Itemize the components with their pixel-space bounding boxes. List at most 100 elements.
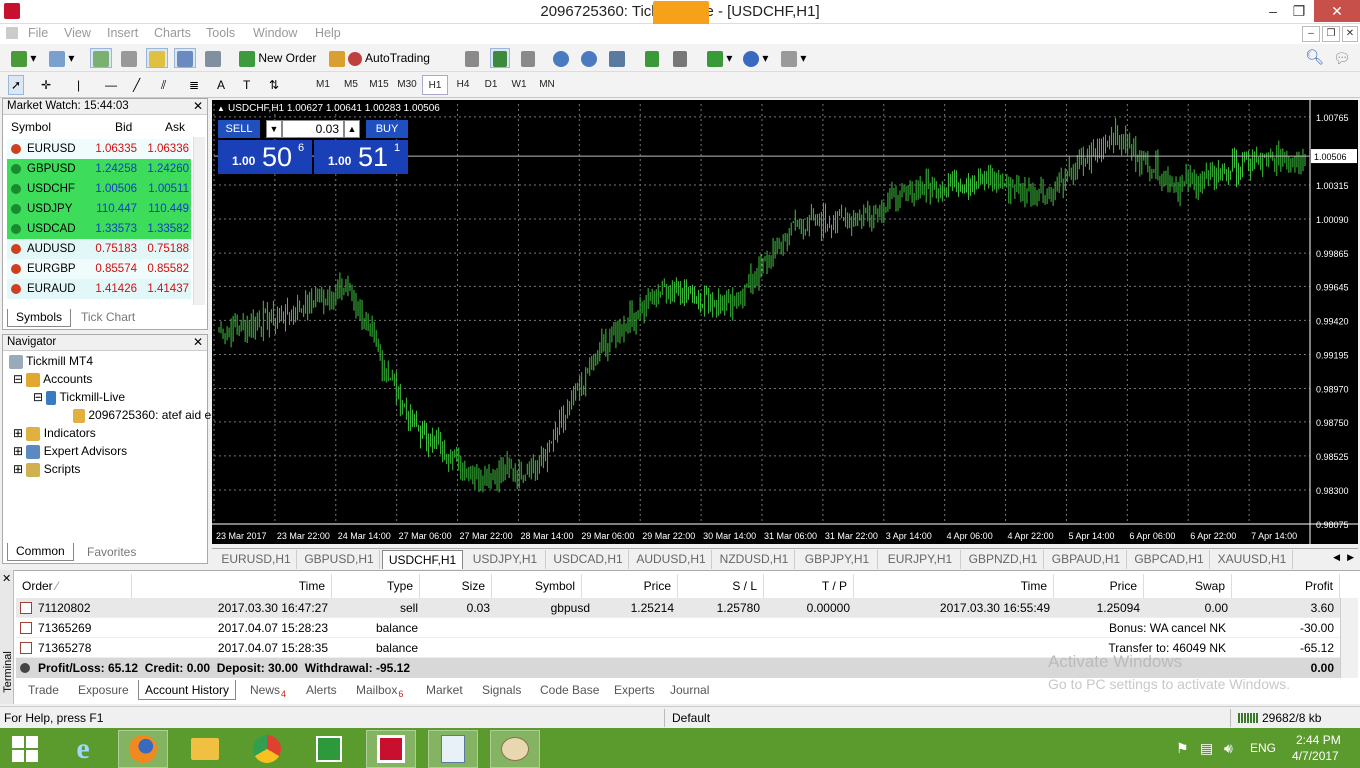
mdi-close-icon[interactable]: ✕ [1342, 26, 1358, 42]
terminal-header[interactable]: Price [1054, 574, 1144, 598]
terminal-tab[interactable]: Mailbox6 [356, 680, 403, 700]
market-watch-row[interactable]: EURGBP 0.85574 0.85582 [7, 259, 191, 279]
profiles-button[interactable]: ▾ [46, 48, 77, 68]
bar-chart-icon[interactable] [462, 48, 482, 68]
terminal-tab[interactable]: Account History [138, 680, 237, 700]
mdi-minimize-icon[interactable]: – [1302, 26, 1320, 42]
zoom-out-icon[interactable] [578, 48, 600, 68]
menu-window[interactable]: Window [253, 26, 297, 40]
store-icon[interactable] [304, 730, 354, 768]
terminal-scrollbar[interactable] [1340, 598, 1358, 678]
tab-symbols[interactable]: Symbols [7, 309, 72, 327]
chart-tab[interactable]: GBPNZD,H1 [963, 550, 1044, 569]
nav-expert-advisors[interactable]: ⊞ Expert Advisors [13, 442, 127, 460]
periods-button[interactable]: ▾ [740, 48, 771, 68]
strategy-tester-icon[interactable] [202, 48, 224, 68]
nav-scripts[interactable]: ⊞ Scripts [13, 460, 80, 478]
menu-charts[interactable]: Charts [154, 26, 191, 40]
terminal-tab[interactable]: Experts [614, 680, 655, 700]
chart-tab[interactable]: EURUSD,H1 [216, 550, 297, 569]
chart-tab[interactable]: USDCAD,H1 [548, 550, 629, 569]
firefox-icon[interactable] [118, 730, 168, 768]
chart-tab[interactable]: XAUUSD,H1 [1212, 550, 1293, 569]
terminal-tab[interactable]: Journal [670, 680, 709, 700]
equidistant-channel-icon[interactable]: ⫽ [158, 75, 169, 95]
horizontal-line-icon[interactable]: — [102, 75, 120, 95]
volume-icon[interactable]: 🔊︎ [1224, 740, 1233, 757]
cursor-icon[interactable]: ➚ [8, 75, 25, 95]
buy-button[interactable]: BUY [366, 120, 408, 138]
history-row[interactable]: 71120802 2017.03.30 16:47:27 sell 0.03 gbpus… [16, 598, 1340, 618]
zoom-in-icon[interactable] [550, 48, 572, 68]
terminal-tab[interactable]: Code Base [540, 680, 599, 700]
chrome-icon[interactable] [242, 730, 292, 768]
menu-tools[interactable]: Tools [206, 26, 235, 40]
market-watch-close-icon[interactable]: ✕ [193, 99, 203, 113]
mdi-restore-icon[interactable]: ❐ [1322, 26, 1340, 42]
market-watch-row[interactable]: USDJPY 110.447 110.449 [7, 199, 191, 219]
timeframe-h1[interactable]: H1 [422, 75, 448, 95]
data-window-icon[interactable] [118, 48, 140, 68]
terminal-toggle-icon[interactable] [174, 48, 196, 68]
chart-tabs-scroll-left-icon[interactable]: ◀ [1333, 552, 1340, 563]
nav-server[interactable]: ⊟ Tickmill-Live [33, 388, 125, 406]
menu-file[interactable]: File [28, 26, 48, 40]
chart-shift-icon[interactable] [670, 48, 690, 68]
chart-tab[interactable]: EURJPY,H1 [880, 550, 961, 569]
terminal-tab[interactable]: Exposure [78, 680, 129, 700]
terminal-header[interactable]: Time [854, 574, 1054, 598]
close-icon[interactable]: ✕ [1314, 0, 1360, 22]
terminal-header[interactable]: Symbol [492, 574, 582, 598]
clock-time[interactable]: 2:44 PM [1296, 733, 1341, 747]
indicators-button[interactable]: ▾ [704, 48, 735, 68]
candlestick-icon[interactable] [490, 48, 510, 68]
arrows-icon[interactable]: ⇅ [266, 75, 282, 95]
line-chart-icon[interactable] [518, 48, 538, 68]
timeframe-h4[interactable]: H4 [450, 75, 476, 95]
chat-icon[interactable]: 💬︎ [1330, 48, 1354, 68]
terminal-header[interactable]: T / P [764, 574, 854, 598]
timeframe-m5[interactable]: M5 [338, 75, 364, 95]
timeframe-w1[interactable]: W1 [506, 75, 532, 95]
tab-favorites[interactable]: Favorites [87, 544, 136, 562]
chart-tab[interactable]: USDCHF,H1 [382, 550, 463, 569]
market-watch-scrollbar[interactable] [193, 137, 205, 305]
terminal-header[interactable]: Price [582, 574, 678, 598]
terminal-tab[interactable]: Alerts [306, 680, 337, 700]
maximize-icon[interactable]: ❐ [1284, 0, 1314, 22]
flag-icon[interactable]: ⚑ [1176, 740, 1189, 757]
menu-help[interactable]: Help [315, 26, 341, 40]
tab-tick-chart[interactable]: Tick Chart [81, 309, 135, 327]
nav-indicators[interactable]: ⊞ Indicators [13, 424, 96, 442]
chart-tab[interactable]: GBPUSD,H1 [299, 550, 380, 569]
text-icon[interactable]: A [214, 75, 228, 95]
chart-tab[interactable]: NZDUSD,H1 [714, 550, 795, 569]
paint-icon[interactable] [490, 730, 540, 768]
market-watch-row[interactable]: EURUSD 1.06335 1.06336 [7, 139, 191, 159]
market-watch-row[interactable]: EURAUD 1.41426 1.41437 [7, 279, 191, 299]
metatrader-icon[interactable] [366, 730, 416, 768]
terminal-header[interactable]: Order ⁄ [16, 574, 132, 598]
crosshair-icon[interactable]: ✛ [38, 75, 54, 95]
chart-tabs-scroll-right-icon[interactable]: ▶ [1347, 552, 1354, 563]
templates-button[interactable]: ▾ [778, 48, 809, 68]
terminal-close-icon[interactable]: ✕ [2, 572, 11, 585]
new-order-button[interactable]: New Order [236, 48, 319, 68]
internet-explorer-icon[interactable]: e [58, 730, 108, 768]
auto-scroll-icon[interactable] [642, 48, 662, 68]
nav-accounts[interactable]: ⊟ Accounts [13, 370, 92, 388]
chart-tab[interactable]: GBPJPY,H1 [797, 550, 878, 569]
terminal-header[interactable]: Time [132, 574, 332, 598]
market-watch-row[interactable]: USDCAD 1.33573 1.33582 [7, 219, 191, 239]
market-watch-row[interactable]: USDCHF 1.00506 1.00511 [7, 179, 191, 199]
terminal-header[interactable]: Size [420, 574, 492, 598]
sell-price-button[interactable]: 1.00 50 6 [218, 140, 312, 174]
terminal-header[interactable]: Type [332, 574, 420, 598]
chart-tab[interactable]: GBPAUD,H1 [1046, 550, 1127, 569]
chart-tab[interactable]: USDJPY,H1 [465, 550, 546, 569]
trendline-icon[interactable]: ╱ [130, 75, 143, 95]
new-chart-button[interactable]: ▾ [8, 48, 39, 68]
col-bid[interactable]: Bid [115, 117, 132, 137]
terminal-tab[interactable]: Market [426, 680, 463, 700]
search-icon[interactable]: 🔍︎ [1302, 48, 1327, 68]
